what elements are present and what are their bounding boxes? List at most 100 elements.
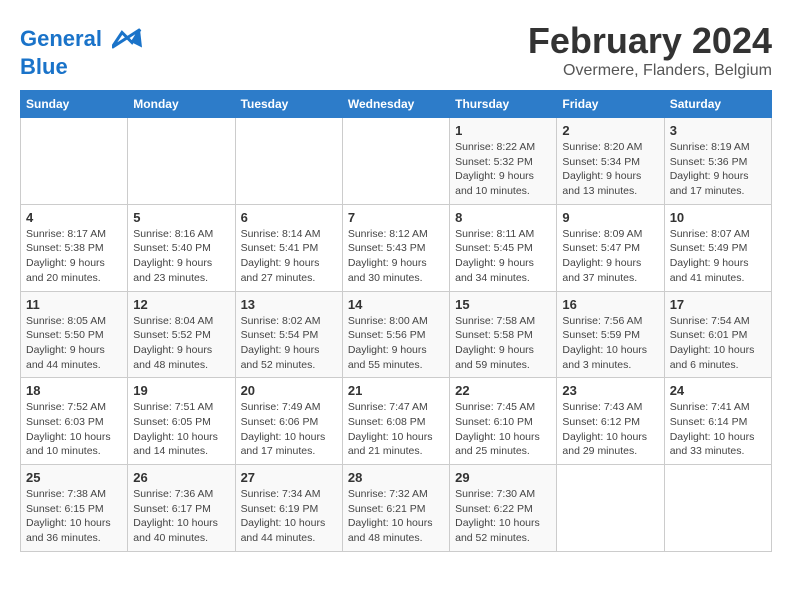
- calendar-cell: 16 Sunrise: 7:56 AM Sunset: 5:59 PM Dayli…: [557, 291, 664, 378]
- day-info: Sunrise: 7:45 AM Sunset: 6:10 PM Dayligh…: [455, 400, 551, 459]
- day-number: 29: [455, 470, 551, 485]
- day-number: 8: [455, 210, 551, 225]
- calendar-cell: [342, 118, 449, 205]
- day-info: Sunrise: 8:12 AM Sunset: 5:43 PM Dayligh…: [348, 227, 444, 286]
- calendar-cell: 7 Sunrise: 8:12 AM Sunset: 5:43 PM Daylig…: [342, 204, 449, 291]
- day-number: 26: [133, 470, 229, 485]
- day-number: 16: [562, 297, 658, 312]
- day-number: 11: [26, 297, 122, 312]
- weekday-header-wednesday: Wednesday: [342, 91, 449, 118]
- weekday-header-thursday: Thursday: [450, 91, 557, 118]
- day-number: 21: [348, 383, 444, 398]
- day-number: 18: [26, 383, 122, 398]
- day-info: Sunrise: 7:38 AM Sunset: 6:15 PM Dayligh…: [26, 487, 122, 546]
- week-row-1: 1 Sunrise: 8:22 AM Sunset: 5:32 PM Daylig…: [21, 118, 772, 205]
- calendar-table: SundayMondayTuesdayWednesdayThursdayFrid…: [20, 90, 772, 552]
- day-info: Sunrise: 8:19 AM Sunset: 5:36 PM Dayligh…: [670, 140, 766, 199]
- calendar-cell: 12 Sunrise: 8:04 AM Sunset: 5:52 PM Dayli…: [128, 291, 235, 378]
- day-number: 19: [133, 383, 229, 398]
- day-info: Sunrise: 8:00 AM Sunset: 5:56 PM Dayligh…: [348, 314, 444, 373]
- day-info: Sunrise: 8:09 AM Sunset: 5:47 PM Dayligh…: [562, 227, 658, 286]
- day-info: Sunrise: 7:36 AM Sunset: 6:17 PM Dayligh…: [133, 487, 229, 546]
- calendar-cell: 8 Sunrise: 8:11 AM Sunset: 5:45 PM Daylig…: [450, 204, 557, 291]
- day-number: 7: [348, 210, 444, 225]
- weekday-header-sunday: Sunday: [21, 91, 128, 118]
- logo-general: General: [20, 26, 102, 51]
- logo-icon: [112, 25, 142, 55]
- calendar-cell: 21 Sunrise: 7:47 AM Sunset: 6:08 PM Dayli…: [342, 378, 449, 465]
- calendar-cell: 3Sunrise: 8:19 AM Sunset: 5:36 PM Daylig…: [664, 118, 771, 205]
- subtitle: Overmere, Flanders, Belgium: [528, 62, 772, 80]
- day-info: Sunrise: 7:43 AM Sunset: 6:12 PM Dayligh…: [562, 400, 658, 459]
- page-header: General Blue February 2024 Overmere, Fla…: [20, 20, 772, 80]
- day-number: 9: [562, 210, 658, 225]
- day-number: 25: [26, 470, 122, 485]
- calendar-cell: 23 Sunrise: 7:43 AM Sunset: 6:12 PM Dayli…: [557, 378, 664, 465]
- day-info: Sunrise: 7:47 AM Sunset: 6:08 PM Dayligh…: [348, 400, 444, 459]
- day-info: Sunrise: 7:49 AM Sunset: 6:06 PM Dayligh…: [241, 400, 337, 459]
- day-number: 20: [241, 383, 337, 398]
- title-block: February 2024 Overmere, Flanders, Belgiu…: [528, 20, 772, 80]
- calendar-cell: 11 Sunrise: 8:05 AM Sunset: 5:50 PM Dayli…: [21, 291, 128, 378]
- day-info: Sunrise: 8:02 AM Sunset: 5:54 PM Dayligh…: [241, 314, 337, 373]
- day-info: Sunrise: 7:32 AM Sunset: 6:21 PM Dayligh…: [348, 487, 444, 546]
- weekday-header-saturday: Saturday: [664, 91, 771, 118]
- day-number: 1: [455, 123, 551, 138]
- day-number: 13: [241, 297, 337, 312]
- day-number: 27: [241, 470, 337, 485]
- day-number: 17: [670, 297, 766, 312]
- day-info: Sunrise: 7:34 AM Sunset: 6:19 PM Dayligh…: [241, 487, 337, 546]
- week-row-5: 25 Sunrise: 7:38 AM Sunset: 6:15 PM Dayli…: [21, 465, 772, 552]
- logo-text: General: [20, 25, 142, 55]
- day-info: Sunrise: 7:54 AM Sunset: 6:01 PM Dayligh…: [670, 314, 766, 373]
- day-number: 14: [348, 297, 444, 312]
- weekday-header-friday: Friday: [557, 91, 664, 118]
- day-info: Sunrise: 8:20 AM Sunset: 5:34 PM Dayligh…: [562, 140, 658, 199]
- weekday-header-row: SundayMondayTuesdayWednesdayThursdayFrid…: [21, 91, 772, 118]
- calendar-cell: 18 Sunrise: 7:52 AM Sunset: 6:03 PM Dayli…: [21, 378, 128, 465]
- day-number: 5: [133, 210, 229, 225]
- day-info: Sunrise: 7:51 AM Sunset: 6:05 PM Dayligh…: [133, 400, 229, 459]
- calendar-cell: 1 Sunrise: 8:22 AM Sunset: 5:32 PM Daylig…: [450, 118, 557, 205]
- weekday-header-tuesday: Tuesday: [235, 91, 342, 118]
- calendar-cell: 17 Sunrise: 7:54 AM Sunset: 6:01 PM Dayli…: [664, 291, 771, 378]
- day-number: 24: [670, 383, 766, 398]
- day-number: 10: [670, 210, 766, 225]
- day-number: 22: [455, 383, 551, 398]
- calendar-cell: 10Sunrise: 8:07 AM Sunset: 5:49 PM Dayli…: [664, 204, 771, 291]
- day-info: Sunrise: 8:17 AM Sunset: 5:38 PM Dayligh…: [26, 227, 122, 286]
- day-number: 2: [562, 123, 658, 138]
- day-info: Sunrise: 8:14 AM Sunset: 5:41 PM Dayligh…: [241, 227, 337, 286]
- day-number: 12: [133, 297, 229, 312]
- day-info: Sunrise: 8:04 AM Sunset: 5:52 PM Dayligh…: [133, 314, 229, 373]
- day-number: 28: [348, 470, 444, 485]
- calendar-cell: 26 Sunrise: 7:36 AM Sunset: 6:17 PM Dayli…: [128, 465, 235, 552]
- logo: General Blue: [20, 25, 142, 79]
- day-info: Sunrise: 7:56 AM Sunset: 5:59 PM Dayligh…: [562, 314, 658, 373]
- calendar-cell: 9 Sunrise: 8:09 AM Sunset: 5:47 PM Daylig…: [557, 204, 664, 291]
- day-number: 4: [26, 210, 122, 225]
- calendar-cell: 14 Sunrise: 8:00 AM Sunset: 5:56 PM Dayli…: [342, 291, 449, 378]
- calendar-cell: 27 Sunrise: 7:34 AM Sunset: 6:19 PM Dayli…: [235, 465, 342, 552]
- day-info: Sunrise: 7:30 AM Sunset: 6:22 PM Dayligh…: [455, 487, 551, 546]
- calendar-cell: 28 Sunrise: 7:32 AM Sunset: 6:21 PM Dayli…: [342, 465, 449, 552]
- calendar-cell: 13 Sunrise: 8:02 AM Sunset: 5:54 PM Dayli…: [235, 291, 342, 378]
- calendar-cell: 6 Sunrise: 8:14 AM Sunset: 5:41 PM Daylig…: [235, 204, 342, 291]
- calendar-cell: 5 Sunrise: 8:16 AM Sunset: 5:40 PM Daylig…: [128, 204, 235, 291]
- calendar-cell: [128, 118, 235, 205]
- calendar-cell: 29 Sunrise: 7:30 AM Sunset: 6:22 PM Dayli…: [450, 465, 557, 552]
- day-info: Sunrise: 8:22 AM Sunset: 5:32 PM Dayligh…: [455, 140, 551, 199]
- day-info: Sunrise: 8:11 AM Sunset: 5:45 PM Dayligh…: [455, 227, 551, 286]
- day-info: Sunrise: 8:05 AM Sunset: 5:50 PM Dayligh…: [26, 314, 122, 373]
- day-info: Sunrise: 7:41 AM Sunset: 6:14 PM Dayligh…: [670, 400, 766, 459]
- day-number: 23: [562, 383, 658, 398]
- calendar-cell: 4 Sunrise: 8:17 AM Sunset: 5:38 PM Daylig…: [21, 204, 128, 291]
- week-row-3: 11 Sunrise: 8:05 AM Sunset: 5:50 PM Dayli…: [21, 291, 772, 378]
- calendar-cell: 25 Sunrise: 7:38 AM Sunset: 6:15 PM Dayli…: [21, 465, 128, 552]
- weekday-header-monday: Monday: [128, 91, 235, 118]
- day-info: Sunrise: 8:16 AM Sunset: 5:40 PM Dayligh…: [133, 227, 229, 286]
- day-number: 6: [241, 210, 337, 225]
- day-info: Sunrise: 7:52 AM Sunset: 6:03 PM Dayligh…: [26, 400, 122, 459]
- calendar-cell: 24 Sunrise: 7:41 AM Sunset: 6:14 PM Dayli…: [664, 378, 771, 465]
- week-row-2: 4 Sunrise: 8:17 AM Sunset: 5:38 PM Daylig…: [21, 204, 772, 291]
